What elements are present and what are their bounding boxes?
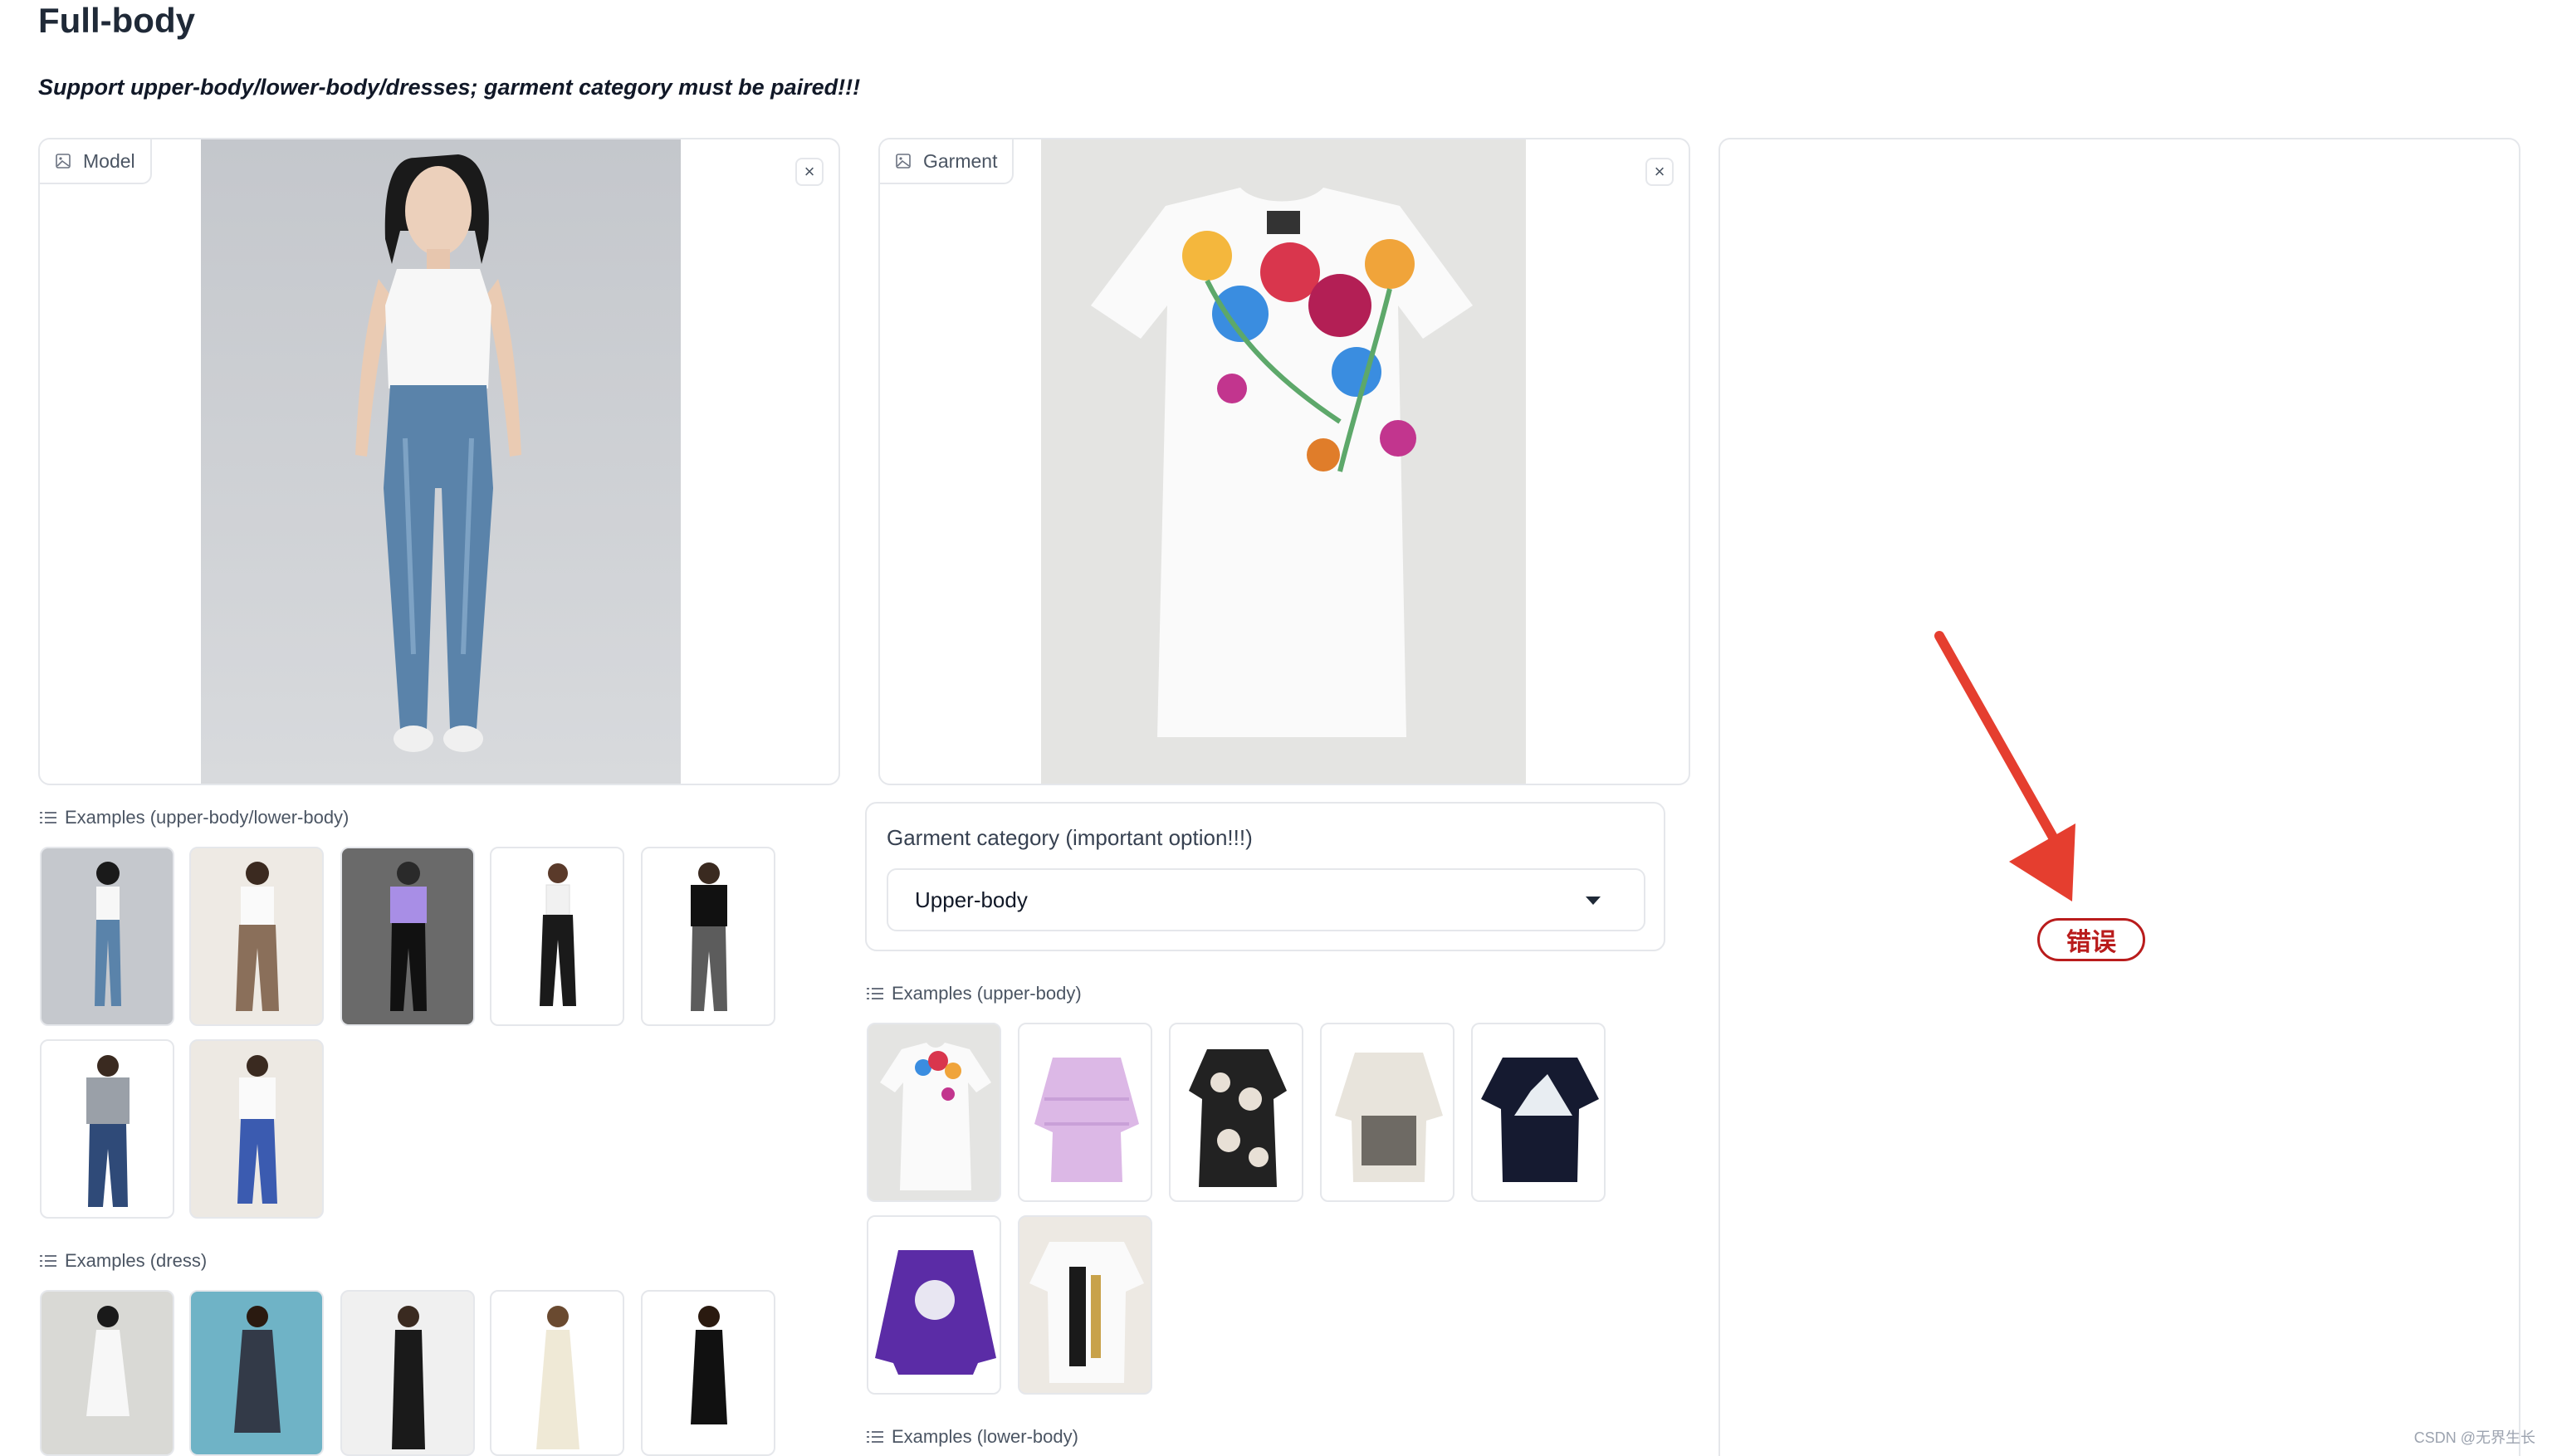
examples-lower-label-text: Examples (lower-body) <box>892 1426 1078 1447</box>
example-dress-thumb[interactable] <box>40 1290 174 1456</box>
thumb-image <box>1481 1058 1599 1182</box>
page-title: Full-body <box>38 1 195 40</box>
examples-dress-label: Examples (dress) <box>40 1250 207 1272</box>
thumb-image <box>536 1306 579 1449</box>
list-icon <box>40 1254 56 1268</box>
example-dress-thumb[interactable] <box>189 1290 324 1456</box>
thumb-image <box>237 1055 277 1204</box>
thumb-image <box>868 1217 1000 1393</box>
thumb-image <box>95 862 121 1006</box>
page: Full-body Support upper-body/lower-body/… <box>0 0 2552 1456</box>
example-upper-thumb[interactable] <box>1169 1023 1303 1202</box>
examples-upper-label-text: Examples (upper-body) <box>892 983 1082 1004</box>
example-dress-thumb[interactable] <box>340 1290 475 1456</box>
garment-label: Garment <box>880 139 1014 184</box>
garment-category-panel: Garment category (important option!!!) U… <box>865 802 1665 951</box>
thumb-image <box>86 1306 130 1416</box>
example-upper-thumb[interactable] <box>867 1023 1001 1202</box>
example-dress-thumb[interactable] <box>641 1290 775 1456</box>
example-model-thumb[interactable] <box>40 1039 174 1219</box>
model-photo <box>201 139 681 784</box>
thumb-image <box>392 1306 425 1449</box>
example-model-thumb[interactable] <box>40 847 174 1026</box>
thumb-image <box>236 862 279 1011</box>
close-icon: × <box>804 161 815 182</box>
example-dress-thumb[interactable] <box>490 1290 624 1456</box>
thumb-image <box>691 862 727 1011</box>
examples-model-label: Examples (upper-body/lower-body) <box>40 807 349 828</box>
example-upper-thumb[interactable] <box>1018 1023 1152 1202</box>
garment-category-label: Garment category (important option!!!) <box>887 825 1253 850</box>
thumb-image <box>86 1055 130 1207</box>
thumb-image <box>1034 1058 1139 1182</box>
thumb-image <box>691 1306 727 1424</box>
example-model-thumb[interactable] <box>490 847 624 1026</box>
garment-category-value: Upper-body <box>915 887 1028 912</box>
thumb-image <box>1189 1049 1287 1187</box>
garment-photo <box>1041 139 1526 784</box>
model-label: Model <box>40 139 152 184</box>
image-icon <box>56 154 71 169</box>
garment-category-select[interactable]: Upper-body <box>887 868 1645 931</box>
red-arrow-annotation <box>1934 631 2075 901</box>
image-icon <box>896 154 911 169</box>
thumb-image <box>880 1043 991 1190</box>
model-image-panel[interactable]: Model × <box>38 138 840 785</box>
close-icon: × <box>1654 161 1665 182</box>
example-model-thumb[interactable] <box>189 847 324 1026</box>
garment-label-text: Garment <box>923 149 998 172</box>
examples-upper-label: Examples (upper-body) <box>867 983 1082 1004</box>
page-subtitle: Support upper-body/lower-body/dresses; g… <box>38 75 861 100</box>
example-upper-thumb[interactable] <box>1471 1023 1606 1202</box>
error-badge: 错误 <box>2037 918 2145 961</box>
list-icon <box>40 811 56 824</box>
garment-clear-button[interactable]: × <box>1645 158 1674 186</box>
list-icon <box>867 987 883 1000</box>
thumb-image <box>234 1306 281 1433</box>
model-clear-button[interactable]: × <box>795 158 824 186</box>
examples-model-label-text: Examples (upper-body/lower-body) <box>65 807 350 828</box>
example-model-thumb[interactable] <box>641 847 775 1026</box>
example-model-thumb[interactable] <box>189 1039 324 1219</box>
example-model-thumb[interactable] <box>340 847 475 1026</box>
garment-image-panel[interactable]: Garment × <box>878 138 1690 785</box>
example-upper-thumb[interactable] <box>867 1215 1001 1395</box>
model-label-text: Model <box>83 149 135 172</box>
output-image-panel <box>1718 138 2520 1456</box>
caret-down-icon[interactable] <box>1586 897 1601 905</box>
watermark: CSDN @无界生长 <box>2413 1429 2535 1446</box>
example-upper-thumb[interactable] <box>1018 1215 1152 1395</box>
thumb-image <box>540 863 576 1006</box>
list-icon <box>867 1430 883 1444</box>
thumb-image <box>1029 1242 1144 1383</box>
thumb-image <box>1335 1053 1443 1182</box>
examples-lower-label: Examples (lower-body) <box>867 1426 1078 1448</box>
examples-dress-label-text: Examples (dress) <box>65 1250 208 1271</box>
thumb-image <box>390 862 427 1011</box>
example-upper-thumb[interactable] <box>1320 1023 1454 1202</box>
